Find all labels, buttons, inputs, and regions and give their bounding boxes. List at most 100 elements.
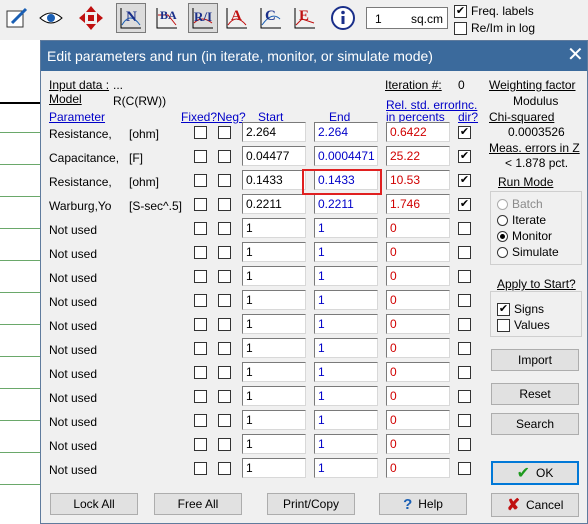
start-input[interactable]: 1 (242, 362, 306, 382)
start-input[interactable]: 1 (242, 386, 306, 406)
start-input[interactable]: 0.1433 (242, 170, 306, 190)
inc-dir-checkbox[interactable] (458, 294, 471, 307)
fixed-checkbox[interactable] (194, 390, 207, 403)
end-input[interactable]: 2.264 (314, 122, 378, 142)
end-input[interactable]: 1 (314, 314, 378, 334)
inc-dir-checkbox[interactable] (458, 222, 471, 235)
inc-dir-checkbox[interactable] (458, 366, 471, 379)
search-button[interactable]: Search (491, 413, 579, 435)
start-input[interactable]: 1 (242, 410, 306, 430)
start-input[interactable]: 1 (242, 242, 306, 262)
end-input[interactable]: 1 (314, 266, 378, 286)
reset-button[interactable]: Reset (491, 383, 579, 405)
apply-signs-checkbox[interactable]: ✔ Signs (497, 302, 544, 316)
start-input[interactable]: 1 (242, 458, 306, 478)
inc-dir-checkbox[interactable] (458, 270, 471, 283)
neg-checkbox[interactable] (218, 174, 231, 187)
end-input[interactable]: 1 (314, 218, 378, 238)
help-button[interactable]: ? Help (379, 493, 467, 515)
start-input[interactable]: 1 (242, 338, 306, 358)
move-arrows-icon[interactable] (76, 3, 106, 33)
fixed-checkbox[interactable] (194, 318, 207, 331)
freq-labels-checkbox[interactable]: ✔ Freq. labels (454, 4, 534, 18)
neg-checkbox[interactable] (218, 342, 231, 355)
start-input[interactable]: 1 (242, 434, 306, 454)
neg-checkbox[interactable] (218, 150, 231, 163)
fixed-checkbox[interactable] (194, 342, 207, 355)
fixed-checkbox[interactable] (194, 462, 207, 475)
neg-checkbox[interactable] (218, 414, 231, 427)
start-input[interactable]: 1 (242, 266, 306, 286)
start-input[interactable]: 1 (242, 290, 306, 310)
fixed-checkbox[interactable] (194, 174, 207, 187)
mode-simulate-radio[interactable]: Simulate (497, 245, 559, 259)
neg-checkbox[interactable] (218, 198, 231, 211)
inc-dir-checkbox[interactable] (458, 414, 471, 427)
neg-checkbox[interactable] (218, 366, 231, 379)
start-input[interactable]: 0.04477 (242, 146, 306, 166)
fixed-checkbox[interactable] (194, 414, 207, 427)
inc-dir-checkbox[interactable] (458, 342, 471, 355)
real-imag-plot-icon[interactable]: R/I (188, 3, 218, 33)
neg-checkbox[interactable] (218, 462, 231, 475)
end-input[interactable]: 1 (314, 386, 378, 406)
inc-dir-checkbox[interactable]: ✔ (458, 174, 471, 187)
cancel-button[interactable]: ✘ Cancel (491, 493, 579, 517)
inc-dir-checkbox[interactable] (458, 438, 471, 451)
start-input[interactable]: 0.2211 (242, 194, 306, 214)
fixed-checkbox[interactable] (194, 270, 207, 283)
end-input[interactable]: 1 (314, 242, 378, 262)
mode-iterate-radio[interactable]: Iterate (497, 213, 546, 227)
fixed-checkbox[interactable] (194, 366, 207, 379)
end-input[interactable]: 1 (314, 290, 378, 310)
neg-checkbox[interactable] (218, 126, 231, 139)
relm-log-check[interactable] (454, 21, 467, 35)
mode-monitor-radio[interactable]: Monitor (497, 229, 552, 243)
mode-batch-radio[interactable]: Batch (497, 197, 543, 211)
fixed-checkbox[interactable] (194, 150, 207, 163)
print-copy-button[interactable]: Print/Copy (267, 493, 355, 515)
inc-dir-checkbox[interactable] (458, 390, 471, 403)
inc-dir-checkbox[interactable] (458, 246, 471, 259)
inc-dir-checkbox[interactable] (458, 318, 471, 331)
fixed-checkbox[interactable] (194, 222, 207, 235)
neg-checkbox[interactable] (218, 438, 231, 451)
modulus-plot-icon[interactable]: E (290, 3, 320, 33)
end-input[interactable]: 0.0004471 (314, 146, 378, 166)
fixed-checkbox[interactable] (194, 198, 207, 211)
edit-notepad-icon[interactable] (2, 3, 32, 33)
bode-plot-icon[interactable]: BA (152, 3, 182, 33)
inc-dir-checkbox[interactable]: ✔ (458, 150, 471, 163)
ok-button[interactable]: ✔ OK (491, 461, 579, 485)
inc-dir-checkbox[interactable]: ✔ (458, 126, 471, 139)
neg-checkbox[interactable] (218, 318, 231, 331)
neg-checkbox[interactable] (218, 222, 231, 235)
close-icon[interactable]: ✕ (567, 44, 584, 66)
fixed-checkbox[interactable] (194, 246, 207, 259)
lock-all-button[interactable]: Lock All (50, 493, 138, 515)
start-input[interactable]: 1 (242, 218, 306, 238)
area-input[interactable]: 1 sq.cm (366, 7, 448, 29)
start-input[interactable]: 1 (242, 314, 306, 334)
neg-checkbox[interactable] (218, 270, 231, 283)
inc-dir-checkbox[interactable] (458, 462, 471, 475)
apply-values-checkbox[interactable]: Values (497, 318, 550, 332)
end-input[interactable]: 1 (314, 362, 378, 382)
inc-dir-checkbox[interactable]: ✔ (458, 198, 471, 211)
eye-icon[interactable] (36, 3, 66, 33)
end-input[interactable]: 1 (314, 338, 378, 358)
end-input[interactable]: 0.2211 (314, 194, 378, 214)
relm-log-checkbox[interactable]: Re/Im in log (454, 21, 535, 35)
free-all-button[interactable]: Free All (154, 493, 242, 515)
fixed-checkbox[interactable] (194, 438, 207, 451)
end-input[interactable]: 1 (314, 434, 378, 454)
neg-checkbox[interactable] (218, 246, 231, 259)
fixed-checkbox[interactable] (194, 126, 207, 139)
freq-labels-check[interactable]: ✔ (454, 4, 467, 18)
nyquist-plot-icon[interactable]: N (116, 3, 146, 33)
neg-checkbox[interactable] (218, 294, 231, 307)
neg-checkbox[interactable] (218, 390, 231, 403)
info-icon[interactable] (328, 3, 358, 33)
admittance-plot-icon[interactable]: A (222, 3, 252, 33)
import-button[interactable]: Import (491, 349, 579, 371)
